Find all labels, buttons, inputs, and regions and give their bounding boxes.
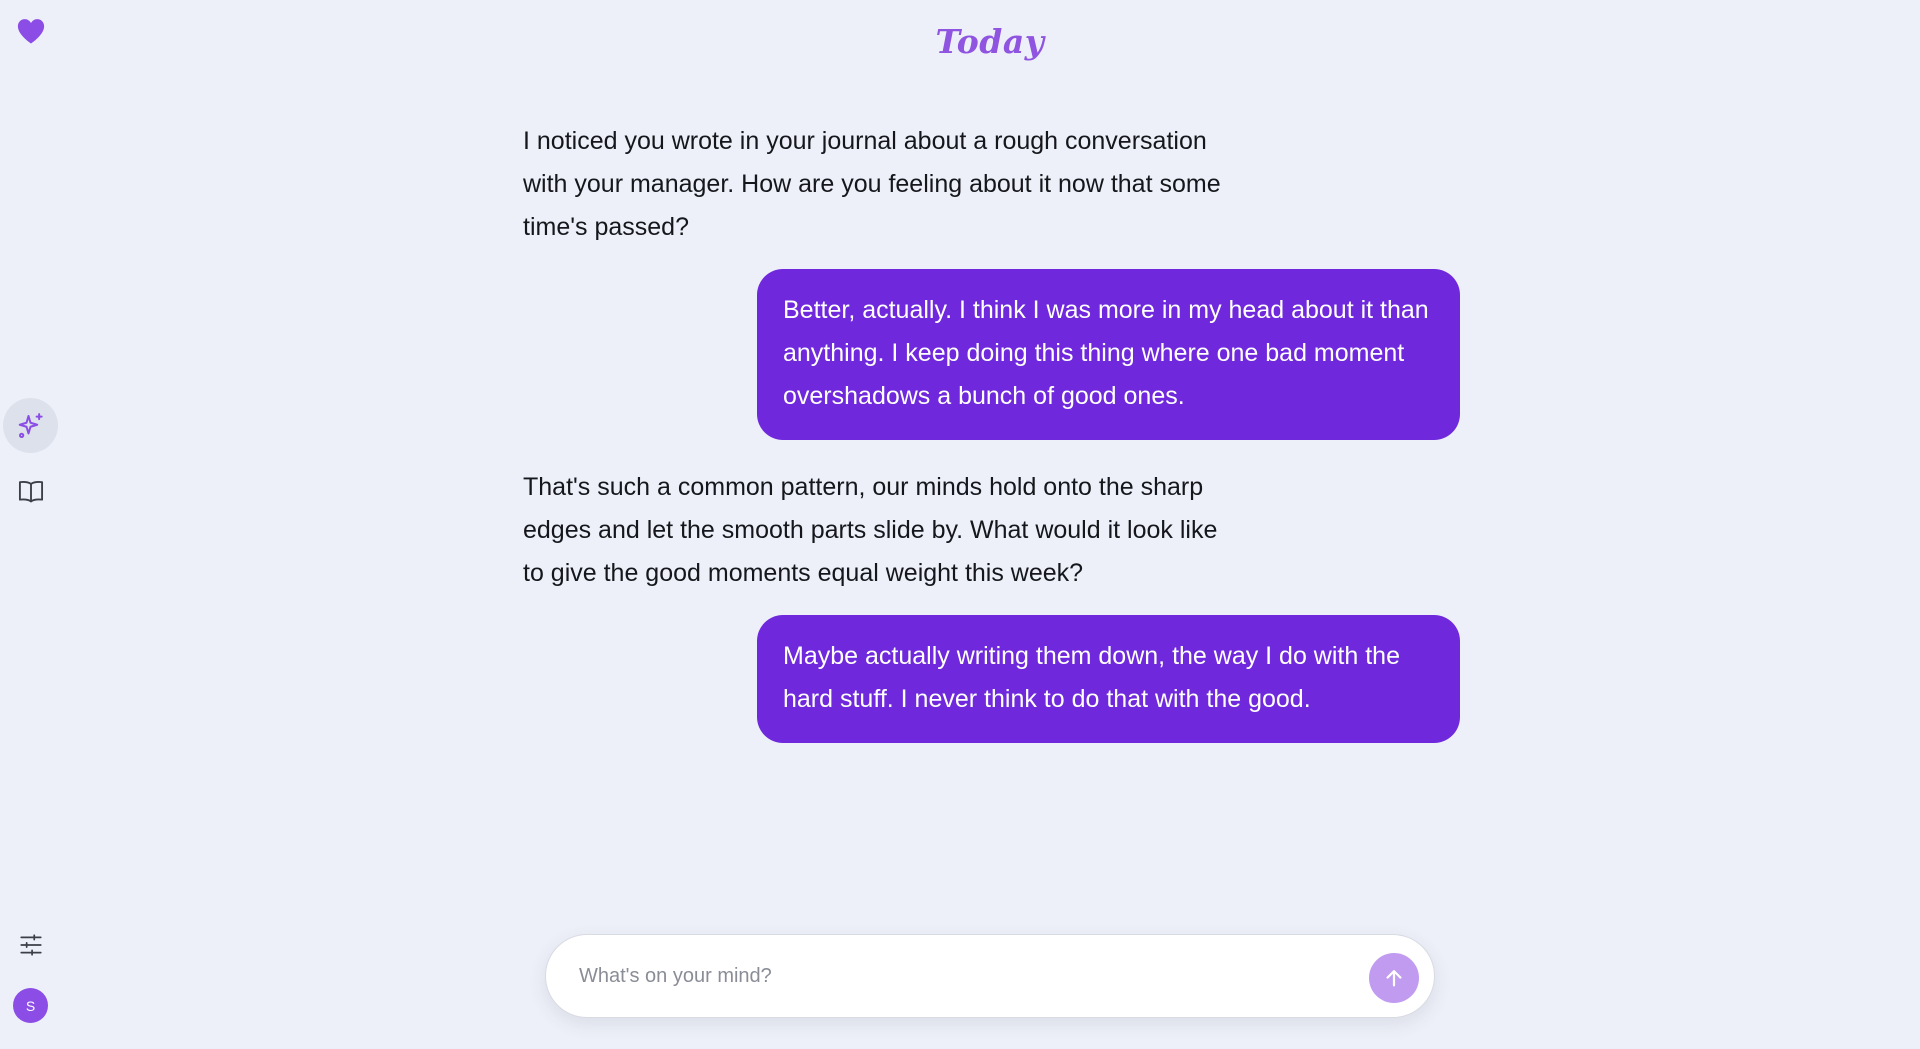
assistant-message: That's such a common pattern, our minds … xyxy=(523,473,1218,587)
app-window: S Today I noticed you wrote in your jour… xyxy=(0,0,1920,1049)
avatar-initial: S xyxy=(25,997,36,1014)
sliders-icon xyxy=(19,934,42,956)
message-list: I noticed you wrote in your journal abou… xyxy=(523,120,1460,743)
sidebar: S xyxy=(0,0,61,1049)
page-title: Today xyxy=(935,22,1045,61)
sparkles-icon xyxy=(18,412,43,438)
send-button[interactable] xyxy=(1369,953,1419,1003)
user-message: Better, actually. I think I was more in … xyxy=(757,269,1460,440)
settings-button[interactable] xyxy=(0,926,61,964)
avatar[interactable]: S xyxy=(13,988,48,1023)
sidebar-item-journal[interactable] xyxy=(0,472,61,510)
message-input[interactable] xyxy=(577,963,1341,989)
book-icon xyxy=(18,481,43,503)
sidebar-item-ai-chat[interactable] xyxy=(3,398,58,453)
assistant-message: I noticed you wrote in your journal abou… xyxy=(523,127,1221,241)
message-composer xyxy=(545,934,1435,1018)
arrow-up-icon xyxy=(1386,970,1402,987)
user-message: Maybe actually writing them down, the wa… xyxy=(757,615,1460,743)
